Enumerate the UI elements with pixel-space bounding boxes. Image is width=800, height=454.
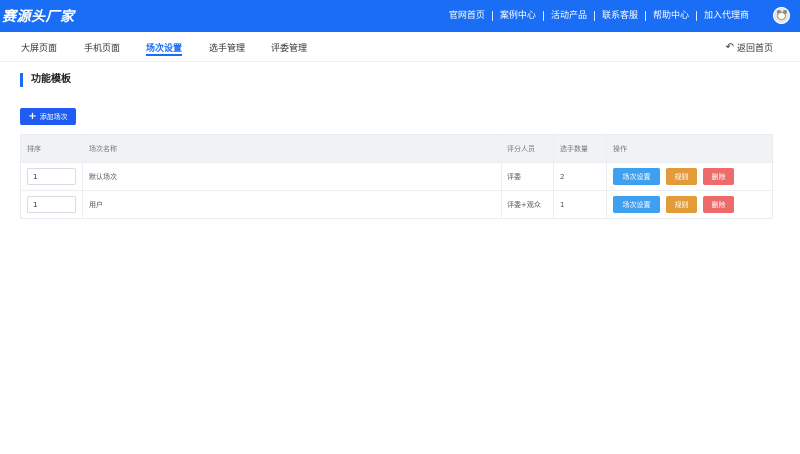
col-header-judges: 评分人员: [507, 144, 535, 153]
tab-mobile-page[interactable]: 手机页面: [84, 41, 120, 54]
section-title: 功能模板: [20, 73, 71, 87]
scorers: 评委+观众: [507, 200, 541, 209]
rules-button[interactable]: 规则: [666, 168, 697, 185]
nav-join-agent[interactable]: 加入代理商: [697, 11, 756, 21]
column-divider: [501, 191, 502, 218]
column-divider: [82, 135, 83, 162]
order-cell: [27, 163, 76, 190]
contestant-count: 2: [560, 172, 565, 181]
col-header-count: 选手数量: [560, 144, 588, 153]
top-header: 赛源头厂家 官网首页 案例中心 活动产品 联系客服 帮助中心 加入代理商: [0, 0, 800, 32]
main-content: 功能模板 + 添加场次 排序 场次名称 评分人员 选手数量 操作 默认场次 评委…: [0, 62, 800, 454]
column-divider: [606, 191, 607, 218]
order-input[interactable]: [27, 168, 76, 185]
session-settings-button[interactable]: 场次设置: [613, 168, 660, 185]
delete-button[interactable]: 删除: [703, 168, 734, 185]
table-row: 用户 评委+观众 1 场次设置 规则 删除: [21, 190, 772, 218]
back-home-button[interactable]: ↶ 返回首页: [725, 41, 773, 55]
column-divider: [553, 191, 554, 218]
tab-contestant-management[interactable]: 选手管理: [209, 41, 245, 54]
column-divider: [501, 135, 502, 162]
column-divider: [82, 191, 83, 218]
contestant-count: 1: [560, 200, 565, 209]
session-name: 用户: [89, 200, 103, 209]
tab-judge-management[interactable]: 评委管理: [271, 41, 307, 54]
nav-case-center[interactable]: 案例中心: [493, 11, 543, 21]
add-session-button[interactable]: + 添加场次: [20, 108, 76, 125]
table-header-row: 排序 场次名称 评分人员 选手数量 操作: [21, 135, 772, 162]
back-home-label: 返回首页: [736, 44, 773, 54]
table-row: 默认场次 评委 2 场次设置 规则 删除: [21, 162, 772, 190]
order-cell: [27, 191, 76, 218]
column-divider: [606, 135, 607, 162]
top-nav: 官网首页 案例中心 活动产品 联系客服 帮助中心 加入代理商: [442, 0, 756, 32]
sub-nav: 大屏页面 手机页面 场次设置 选手管理 评委管理 ↶ 返回首页: [0, 32, 800, 62]
col-header-actions: 操作: [613, 144, 627, 153]
tab-session-settings[interactable]: 场次设置: [146, 41, 183, 56]
session-table: 排序 场次名称 评分人员 选手数量 操作 默认场次 评委 2 场次设置 规则 删…: [20, 134, 773, 219]
nav-activity-products[interactable]: 活动产品: [544, 11, 594, 21]
column-divider: [82, 163, 83, 190]
column-divider: [501, 163, 502, 190]
col-header-order: 排序: [27, 144, 41, 153]
add-session-label: 添加场次: [39, 112, 68, 121]
session-settings-button[interactable]: 场次设置: [613, 196, 660, 213]
undo-arrow-icon: ↶: [725, 42, 734, 53]
scorers: 评委: [507, 172, 521, 181]
session-name: 默认场次: [89, 172, 117, 181]
col-header-name: 场次名称: [89, 144, 117, 153]
column-divider: [553, 163, 554, 190]
column-divider: [553, 135, 554, 162]
order-input[interactable]: [27, 196, 76, 213]
nav-help-center[interactable]: 帮助中心: [646, 11, 696, 21]
column-divider: [606, 163, 607, 190]
action-buttons: 场次设置 规则 删除: [613, 163, 740, 190]
tab-big-screen[interactable]: 大屏页面: [21, 41, 57, 54]
delete-button[interactable]: 删除: [703, 196, 734, 213]
nav-contact-support[interactable]: 联系客服: [595, 11, 645, 21]
user-avatar[interactable]: [773, 7, 790, 24]
rules-button[interactable]: 规则: [666, 196, 697, 213]
plus-icon: +: [28, 110, 37, 122]
action-buttons: 场次设置 规则 删除: [613, 191, 740, 218]
nav-official-home[interactable]: 官网首页: [442, 11, 492, 21]
brand-logo[interactable]: 赛源头厂家: [2, 6, 75, 26]
avatar-face: [777, 12, 786, 20]
